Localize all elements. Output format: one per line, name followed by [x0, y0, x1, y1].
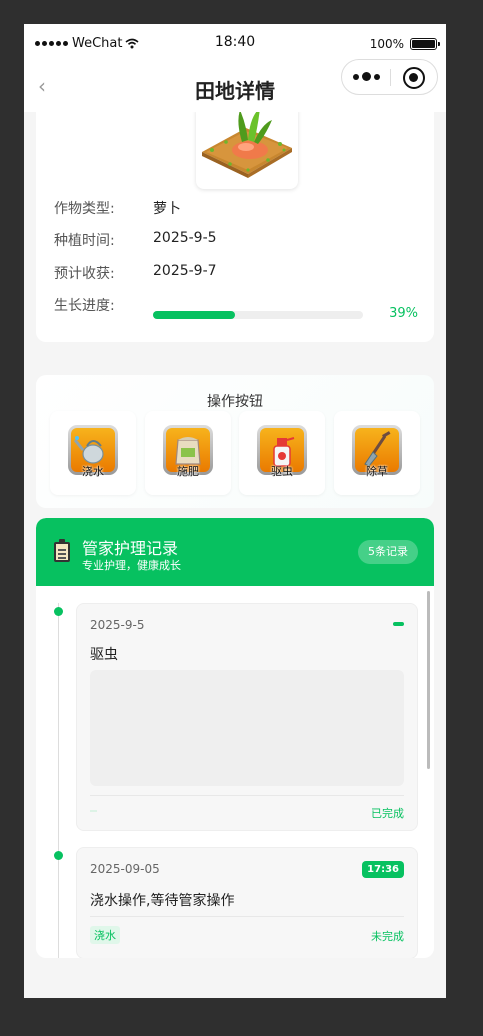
- battery-icon: [410, 38, 440, 50]
- records-scrollbar[interactable]: [427, 591, 430, 769]
- plant-time-value: 2025-9-5: [153, 230, 217, 246]
- clipboard-icon: [54, 539, 70, 562]
- progress-row: 生长进度:: [54, 295, 153, 315]
- pest-control-label: 驱虫: [271, 465, 293, 478]
- weeding-button[interactable]: 除草: [334, 411, 420, 495]
- record-tag: [90, 810, 97, 812]
- record-entry[interactable]: 2025-9-5 驱虫 已完成: [76, 603, 418, 831]
- growth-progress-bar: [153, 311, 363, 319]
- record-photo-placeholder[interactable]: [90, 670, 404, 786]
- growth-progress-fill: [153, 311, 235, 319]
- timeline-dot: [54, 851, 63, 860]
- record-date: 2025-9-5: [90, 618, 145, 632]
- record-divider: [90, 916, 404, 917]
- phone-screen: WeChat 18:40 100% ‹ 田地详情 作物类型: 萝卜 种植时间: …: [24, 24, 446, 998]
- progress-label: 生长进度:: [54, 298, 115, 314]
- care-records-card: 管家护理记录 专业护理，健康成长 5条记录 2025-9-5 驱虫 已完成 20…: [36, 518, 434, 958]
- crop-type-value: 萝卜: [153, 201, 181, 217]
- fertilize-button[interactable]: 施肥: [145, 411, 231, 495]
- mini-program-capsule: [341, 59, 438, 95]
- water-label: 浇水: [82, 465, 104, 478]
- record-time-badge: [393, 622, 404, 626]
- record-date: 2025-09-05: [90, 862, 160, 876]
- status-bar: WeChat 18:40 100%: [24, 24, 446, 64]
- pest-control-button[interactable]: 驱虫: [239, 411, 325, 495]
- care-records-title: 管家护理记录: [82, 539, 179, 558]
- timeline-line: [58, 603, 59, 958]
- record-time-badge: 17:36: [362, 861, 404, 878]
- crop-type-label: 作物类型:: [54, 201, 115, 217]
- record-text: 驱虫: [90, 647, 118, 663]
- plant-time-row: 种植时间: 2025-9-5: [54, 230, 217, 250]
- operations-card: 操作按钮 浇水 施肥 驱虫 除草: [36, 375, 434, 508]
- harvest-value: 2025-9-7: [153, 263, 217, 279]
- battery-percent: 100%: [369, 37, 404, 51]
- timeline-dot: [54, 607, 63, 616]
- carrot-plot-image: [196, 112, 298, 189]
- record-count-badge: 5条记录: [358, 540, 418, 564]
- crop-type-row: 作物类型: 萝卜: [54, 198, 181, 218]
- operations-title: 操作按钮: [207, 394, 263, 410]
- record-status: 未完成: [371, 930, 404, 943]
- close-mini-program-icon[interactable]: [403, 67, 425, 89]
- growth-progress-percent: 39%: [389, 306, 418, 321]
- plant-time-label: 种植时间:: [54, 233, 115, 249]
- field-info-card: 作物类型: 萝卜 种植时间: 2025-9-5 预计收获: 2025-9-7 生…: [36, 112, 434, 342]
- care-records-subtitle: 专业护理，健康成长: [82, 559, 181, 572]
- more-icon[interactable]: [353, 72, 380, 81]
- nav-bar: ‹ 田地详情: [24, 59, 446, 112]
- harvest-row: 预计收获: 2025-9-7: [54, 263, 217, 283]
- record-text: 浇水操作,等待管家操作: [90, 893, 235, 909]
- battery: 100%: [369, 37, 440, 51]
- record-tag: 浇水: [90, 926, 120, 944]
- capsule-divider: [390, 69, 391, 86]
- record-status: 已完成: [371, 807, 404, 820]
- harvest-label: 预计收获:: [54, 266, 115, 282]
- record-divider: [90, 795, 404, 796]
- content-scroll[interactable]: 作物类型: 萝卜 种植时间: 2025-9-5 预计收获: 2025-9-7 生…: [24, 112, 446, 998]
- care-records-header: 管家护理记录 专业护理，健康成长 5条记录: [36, 518, 434, 586]
- fertilize-label: 施肥: [177, 465, 199, 478]
- water-button[interactable]: 浇水: [50, 411, 136, 495]
- weeding-label: 除草: [366, 465, 388, 478]
- record-entry[interactable]: 2025-09-05 17:36 浇水操作,等待管家操作 浇水 未完成: [76, 847, 418, 958]
